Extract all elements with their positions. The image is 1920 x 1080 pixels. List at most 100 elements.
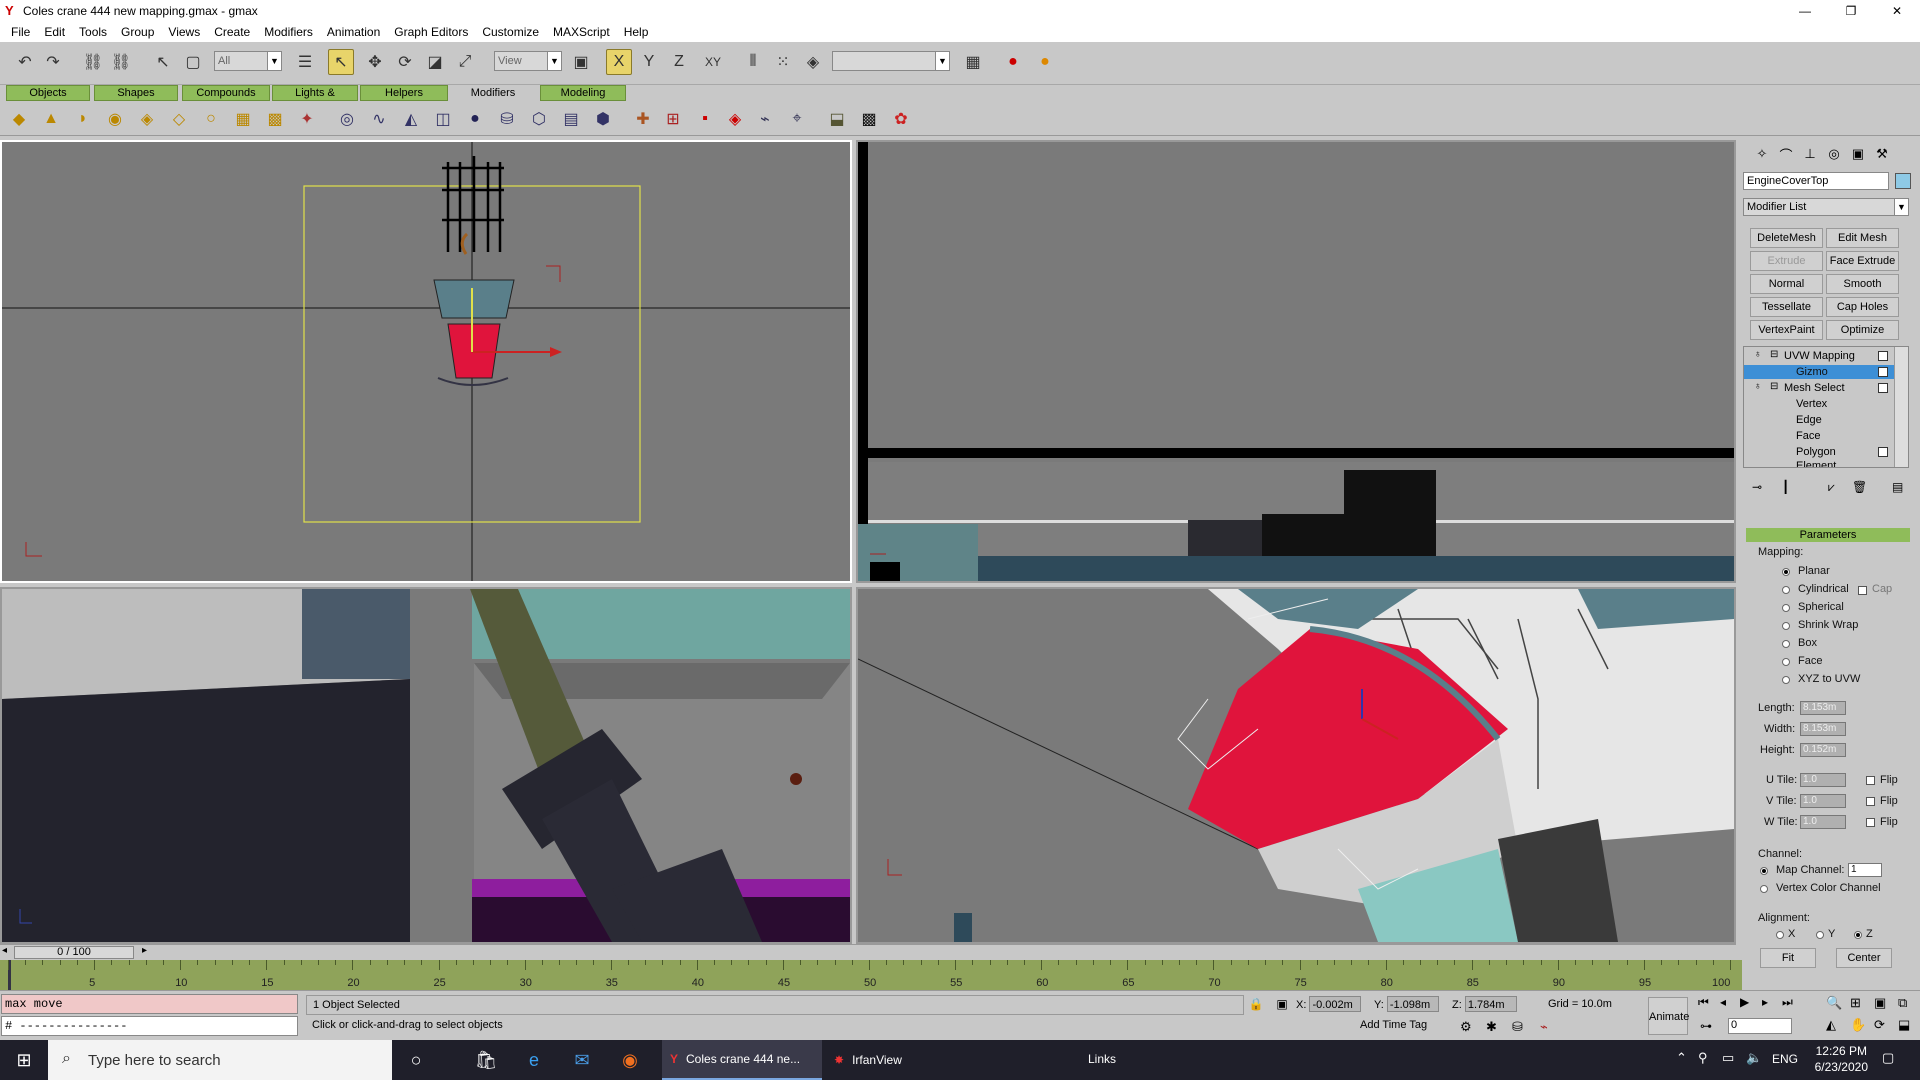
checker-icon[interactable]: ▩ <box>856 107 882 131</box>
wave-icon[interactable]: ✦ <box>294 107 320 131</box>
normal-button[interactable]: Normal <box>1750 274 1823 294</box>
mail-icon[interactable]: ✉ <box>558 1040 606 1080</box>
stack-item-mesh-select[interactable]: Mesh Select <box>1744 381 1894 395</box>
notifications-icon[interactable]: ▢ <box>1882 1050 1894 1066</box>
time-slider[interactable]: ◂ 0 / 100 ▸ <box>0 944 1736 960</box>
windows-start-icon[interactable]: ⊞ <box>0 1040 48 1080</box>
array-icon[interactable]: ⁙ <box>770 49 796 75</box>
previous-frame-icon[interactable]: ◂ <box>1720 995 1726 1009</box>
firefox-icon[interactable]: ◉ <box>606 1040 654 1080</box>
go-to-start-icon[interactable]: ⏮ <box>1698 995 1709 1010</box>
y-coordinate-field[interactable]: -1.098m <box>1386 996 1439 1012</box>
mesh-select-icon[interactable]: ◭ <box>398 107 424 131</box>
height-spinner[interactable]: 0.152m <box>1800 743 1846 757</box>
lightbulb-icon[interactable]: ♁ <box>1754 349 1762 360</box>
material-editor-icon[interactable]: ● <box>1000 49 1026 75</box>
mapping-box-radio[interactable] <box>1782 640 1790 648</box>
length-spinner[interactable]: 8.153m <box>1800 701 1846 715</box>
ffd-icon[interactable]: ▩ <box>262 107 288 131</box>
region-select-icon[interactable]: ▢ <box>180 49 206 75</box>
tab-compounds[interactable]: Compounds <box>182 85 270 101</box>
stack-item-gizmo[interactable]: Gizmo <box>1744 365 1894 379</box>
pan-icon[interactable]: ✋ <box>1850 1017 1866 1033</box>
track-bar[interactable]: 5 10 15 20 25 30 35 40 45 50 55 60 65 70 75 80 85 90 95 100 <box>0 960 1742 990</box>
w-tile-spinner[interactable]: 1.0 <box>1800 815 1846 829</box>
reference-coordinate-dropdown[interactable]: View ▼ <box>494 51 562 71</box>
tessellate-button[interactable]: Tessellate <box>1750 297 1823 317</box>
vertex-paint-button[interactable]: VertexPaint <box>1750 320 1823 340</box>
tab-modeling[interactable]: Modeling <box>540 85 626 101</box>
zoom-extents-all-icon[interactable]: ⧉ <box>1898 995 1907 1011</box>
tab-shapes[interactable]: Shapes <box>94 85 178 101</box>
cylinder-icon[interactable]: ⛁ <box>494 107 520 131</box>
v-tile-spinner[interactable]: 1.0 <box>1800 794 1846 808</box>
modifier-stack[interactable]: UVW Mapping ♁ ⊟ Gizmo Mesh Select ♁ ⊟ Ve… <box>1743 346 1909 468</box>
align-y-radio[interactable] <box>1816 931 1824 939</box>
taskbar-app-gmax[interactable]: Y Coles crane 444 ne... <box>662 1040 822 1080</box>
animate-button[interactable]: Animate <box>1648 997 1689 1035</box>
modifier-list-dropdown[interactable]: Modifier List ▼ <box>1743 198 1909 216</box>
current-frame-field[interactable]: 0 <box>1728 1018 1792 1034</box>
select-object-icon[interactable]: ↖ <box>150 49 176 75</box>
stack-item-uvw-mapping[interactable]: UVW Mapping <box>1744 349 1894 363</box>
make-unique-icon[interactable]: ⩗ <box>1828 480 1835 495</box>
smooth-button[interactable]: Smooth <box>1826 274 1899 294</box>
collapse-icon[interactable]: ⊟ <box>1770 349 1778 360</box>
tab-lights-cameras[interactable]: Lights & Cameras <box>272 85 358 113</box>
system-clock[interactable]: 12:26 PM 6/23/2020 <box>1815 1043 1868 1075</box>
mapping-xyz-uvw-radio[interactable] <box>1782 676 1790 684</box>
mapping-planar-radio[interactable] <box>1782 568 1790 576</box>
object-color-swatch[interactable] <box>1895 173 1911 189</box>
stack-item-checkbox[interactable] <box>1878 447 1888 457</box>
min-max-toggle-icon[interactable]: ⬓ <box>1898 1017 1910 1033</box>
face-extrude-button[interactable]: Face Extrude <box>1826 251 1899 271</box>
stack-item-checkbox[interactable] <box>1878 351 1888 361</box>
restrict-x-button[interactable]: X <box>606 49 632 75</box>
nonuniform-scale-icon[interactable]: ⤢ <box>452 49 478 75</box>
viewport-front[interactable] <box>856 140 1736 583</box>
noise-icon[interactable]: ◉ <box>102 107 128 131</box>
width-spinner[interactable]: 8.153m <box>1800 722 1846 736</box>
percent-snap-icon[interactable]: ⛁ <box>1512 1019 1523 1035</box>
next-frame-icon[interactable]: ▸ <box>1762 995 1768 1009</box>
object-name-field[interactable]: EngineCoverTop <box>1743 172 1889 190</box>
stack-scrollbar[interactable] <box>1894 347 1908 467</box>
bend-icon[interactable]: ◆ <box>6 107 32 131</box>
time-slider-thumb[interactable]: 0 / 100 <box>14 946 134 959</box>
hierarchy-panel-icon[interactable]: ⊥ <box>1800 144 1820 164</box>
map-channel-spinner[interactable]: 1 <box>1848 863 1882 877</box>
xform-icon[interactable]: ○ <box>198 107 224 131</box>
menu-tools[interactable]: Tools <box>72 25 114 39</box>
w-flip-checkbox[interactable] <box>1866 818 1875 827</box>
show-hidden-icons-icon[interactable]: ⌃ <box>1676 1050 1687 1066</box>
v-flip-checkbox[interactable] <box>1866 797 1875 806</box>
menu-animation[interactable]: Animation <box>320 25 387 39</box>
z-coordinate-field[interactable]: 1.784m <box>1464 996 1517 1012</box>
remove-modifier-icon[interactable]: 🗑 <box>1852 480 1867 494</box>
tab-helpers[interactable]: Helpers <box>360 85 448 101</box>
fit-button[interactable]: Fit <box>1760 948 1816 968</box>
edit-mesh-button[interactable]: Edit Mesh <box>1826 228 1899 248</box>
task-view-icon[interactable]: ○ <box>392 1040 440 1080</box>
stack-item-vertex[interactable]: Vertex <box>1744 397 1894 411</box>
arc-rotate-icon[interactable]: ⟳ <box>1874 1017 1885 1033</box>
optimize-icon[interactable]: ⌖ <box>784 107 810 131</box>
motion-panel-icon[interactable]: ◎ <box>1824 144 1844 164</box>
cap-holes-button[interactable]: Cap Holes <box>1826 297 1899 317</box>
play-icon[interactable]: ▶ <box>1740 995 1749 1009</box>
redo-icon[interactable]: ↷ <box>40 49 66 75</box>
optimize-button[interactable]: Optimize <box>1826 320 1899 340</box>
angle-snap-icon[interactable]: ✱ <box>1486 1019 1497 1035</box>
lattice-icon[interactable]: ▦ <box>230 107 256 131</box>
prev-frame-icon[interactable]: ◂ <box>2 945 7 956</box>
lock-selection-icon[interactable]: 🔒 <box>1246 995 1266 1013</box>
scale-icon[interactable]: ◪ <box>422 49 448 75</box>
viewport-left[interactable] <box>0 587 852 944</box>
taskbar-app-irfanview[interactable]: ✸ IrfanView <box>826 1040 976 1080</box>
volume-icon[interactable]: 🔈 <box>1746 1050 1762 1066</box>
mapping-shrink-wrap-radio[interactable] <box>1782 622 1790 630</box>
menu-file[interactable]: File <box>4 25 37 39</box>
lathe-icon[interactable]: ⊞ <box>660 107 686 131</box>
cap-holes-icon[interactable]: ◈ <box>722 107 748 131</box>
collapse-icon[interactable]: ⊟ <box>1770 381 1778 392</box>
